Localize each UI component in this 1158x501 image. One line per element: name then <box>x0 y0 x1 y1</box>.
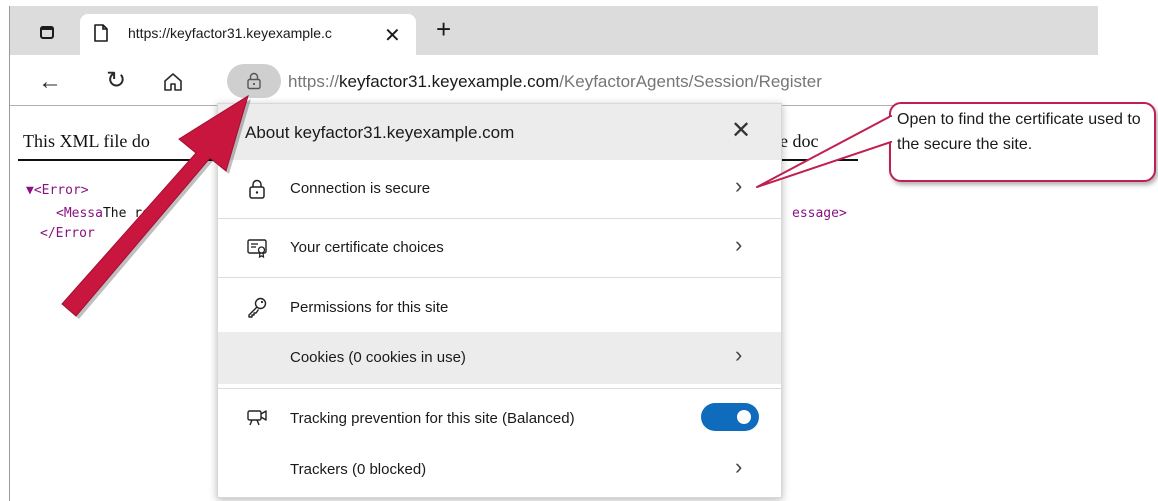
red-arrow-annotation <box>61 94 251 319</box>
callout-pointer <box>756 115 892 188</box>
annotation-overlay <box>61 94 894 319</box>
